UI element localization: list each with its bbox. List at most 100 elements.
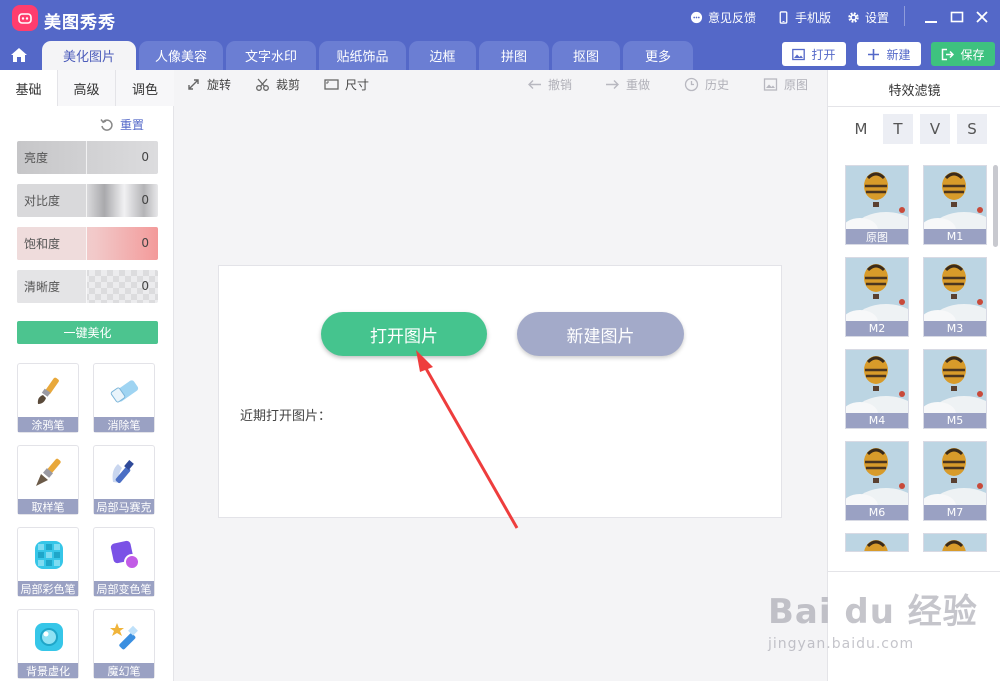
- filter-tab-t[interactable]: T: [883, 114, 913, 144]
- filter-thumbnail[interactable]: M3: [923, 257, 987, 337]
- tab-beautify[interactable]: 美化图片: [42, 41, 136, 70]
- settings-link[interactable]: 设置: [847, 9, 889, 26]
- mosaic-pen-icon: [108, 456, 142, 490]
- tool-local-mosaic[interactable]: 局部马赛克: [93, 445, 155, 515]
- tab-stickers[interactable]: 贴纸饰品: [319, 41, 406, 70]
- filter-thumbnail[interactable]: M4: [845, 349, 909, 429]
- adjust-panel: 基础 高级 调色 重置 亮度 0 对比度 0 饱和度 0 清晰度 0 一键美化 …: [0, 70, 174, 681]
- brightness-slider[interactable]: 亮度 0: [17, 141, 158, 174]
- tool-doodle-pen[interactable]: 涂鸦笔: [17, 363, 79, 433]
- rotate-button[interactable]: 旋转: [186, 76, 231, 93]
- filter-thumbnail[interactable]: [845, 533, 909, 552]
- balloon-photo-icon: [846, 534, 908, 551]
- maximize-button[interactable]: [946, 6, 968, 28]
- reset-button[interactable]: 重置: [100, 116, 144, 133]
- size-button[interactable]: 尺寸: [324, 76, 369, 93]
- new-button[interactable]: 新建: [857, 42, 921, 66]
- filter-label: M1: [924, 229, 986, 244]
- mobile-link[interactable]: 手机版: [777, 9, 831, 26]
- divider: [828, 106, 1000, 107]
- save-button-label: 保存: [960, 47, 985, 62]
- one-key-beautify-button[interactable]: 一键美化: [17, 321, 158, 344]
- close-button[interactable]: [971, 6, 993, 28]
- filter-thumbnail[interactable]: M1: [923, 165, 987, 245]
- filter-tab-v[interactable]: V: [920, 114, 950, 144]
- home-button[interactable]: [0, 40, 38, 70]
- history-button[interactable]: 历史: [684, 76, 729, 93]
- chat-icon: [690, 11, 703, 24]
- tool-label: 取样笔: [18, 499, 78, 514]
- open-button-label: 打开: [811, 47, 836, 62]
- tool-label: 魔幻笔: [94, 663, 154, 678]
- clarity-label: 清晰度: [17, 270, 87, 303]
- redo-label: 重做: [626, 78, 651, 92]
- open-image-button[interactable]: 打开图片: [321, 312, 487, 356]
- tab-cutout[interactable]: 抠图: [552, 41, 620, 70]
- crop-label: 裁剪: [276, 78, 301, 92]
- subtab-basic[interactable]: 基础: [0, 70, 58, 106]
- save-export-icon: [942, 48, 955, 60]
- filter-tab-s[interactable]: S: [957, 114, 987, 144]
- reset-icon: [100, 118, 113, 131]
- rotate-label: 旋转: [207, 78, 232, 92]
- original-label: 原图: [784, 78, 809, 92]
- picture-icon: [763, 78, 778, 91]
- subtab-advanced[interactable]: 高级: [58, 70, 116, 106]
- open-button[interactable]: 打开: [782, 42, 846, 66]
- filter-label: M6: [846, 505, 908, 520]
- brush-icon: [32, 374, 66, 408]
- tab-collage[interactable]: 拼图: [479, 41, 549, 70]
- filter-scrollbar[interactable]: [993, 165, 998, 247]
- tool-magic-pen[interactable]: 魔幻笔: [93, 609, 155, 679]
- phone-icon: [779, 11, 788, 24]
- subtab-tone[interactable]: 调色: [116, 70, 174, 106]
- scissors-icon: [256, 78, 269, 91]
- saturation-slider[interactable]: 饱和度 0: [17, 227, 158, 260]
- tab-frames[interactable]: 边框: [409, 41, 476, 70]
- reset-label: 重置: [120, 118, 145, 132]
- contrast-value: 0: [141, 193, 149, 207]
- filter-label: M3: [924, 321, 986, 336]
- minimize-button[interactable]: [920, 6, 942, 28]
- app-title: 美图秀秀: [44, 13, 116, 33]
- redo-button[interactable]: 重做: [605, 76, 650, 93]
- tab-text-watermark[interactable]: 文字水印: [226, 41, 316, 70]
- recolor-pen-icon: [108, 538, 142, 572]
- filter-thumbnail[interactable]: [923, 533, 987, 552]
- new-image-button[interactable]: 新建图片: [517, 312, 684, 356]
- filter-thumbnail[interactable]: 原图: [845, 165, 909, 245]
- home-icon: [11, 48, 27, 62]
- recent-images-label: 近期打开图片：: [240, 409, 332, 424]
- filter-panel-title: 特效滤镜: [888, 84, 941, 99]
- resize-icon: [324, 79, 339, 90]
- crop-button[interactable]: 裁剪: [255, 76, 300, 93]
- filter-thumbnail[interactable]: M5: [923, 349, 987, 429]
- tool-label: 涂鸦笔: [18, 417, 78, 432]
- undo-button[interactable]: 撤销: [527, 76, 572, 93]
- tool-sample-pen[interactable]: 取样笔: [17, 445, 79, 515]
- clock-icon: [684, 77, 699, 92]
- tool-label: 局部马赛克: [94, 499, 154, 514]
- tool-local-color-pen[interactable]: 局部彩色笔: [17, 527, 79, 597]
- feedback-link[interactable]: 意见反馈: [690, 9, 756, 26]
- original-button[interactable]: 原图: [763, 76, 808, 93]
- filter-thumbnail[interactable]: M2: [845, 257, 909, 337]
- adjust-subtabs: 基础 高级 调色: [0, 70, 174, 106]
- title-separator: [904, 6, 905, 26]
- tool-local-recolor-pen[interactable]: 局部变色笔: [93, 527, 155, 597]
- clarity-slider[interactable]: 清晰度 0: [17, 270, 158, 303]
- tab-portrait[interactable]: 人像美容: [139, 41, 223, 70]
- tool-eraser-pen[interactable]: 消除笔: [93, 363, 155, 433]
- rotate-icon: [188, 79, 199, 90]
- filter-thumbnail[interactable]: M7: [923, 441, 987, 521]
- feedback-label: 意见反馈: [708, 11, 757, 25]
- contrast-slider[interactable]: 对比度 0: [17, 184, 158, 217]
- filter-tab-m[interactable]: M: [846, 114, 876, 144]
- redo-arrow-icon: [606, 80, 619, 89]
- undo-label: 撤销: [548, 78, 573, 92]
- save-button[interactable]: 保存: [931, 42, 995, 66]
- tool-background-blur[interactable]: 背景虚化: [17, 609, 79, 679]
- tool-label: 背景虚化: [18, 663, 78, 678]
- filter-thumbnail[interactable]: M6: [845, 441, 909, 521]
- tab-more[interactable]: 更多: [623, 41, 693, 70]
